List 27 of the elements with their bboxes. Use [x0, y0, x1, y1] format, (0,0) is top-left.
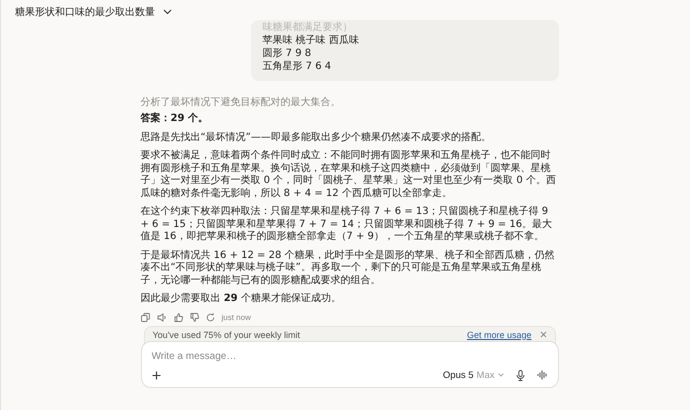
microphone-icon[interactable] — [516, 370, 524, 380]
chevron-down-icon[interactable] — [163, 9, 172, 15]
copy-icon[interactable] — [140, 312, 150, 322]
model-selector[interactable]: Opus 5 Max — [442, 370, 504, 380]
message-line: 圆形 7 9 8 — [262, 47, 312, 60]
conversation-title[interactable]: 糖果形状和口味的最少取出数量 — [15, 5, 155, 19]
message-line: 味糖果都满足要求） — [262, 21, 354, 34]
voice-waveform-icon[interactable] — [536, 370, 548, 380]
speaker-icon[interactable] — [156, 312, 166, 322]
message-field[interactable]: Write a message… Opus 5 Max — [140, 340, 558, 388]
get-more-usage-link[interactable]: Get more usage — [466, 330, 532, 340]
response-paragraph: 于是最坏情况共 16 + 12 = 28 个糖果，此时手中全是圆形的苹果、桃子和全部西瓜糖，仍然凑不出“不同形状的苹果味与桃子味”。再多取一个，剩下的只可能是五角星苹果或五角星桃子，无论哪一种都能与已有的圆形糖配成要求的组合。 — [140, 250, 556, 287]
response-paragraph: 在这个约束下枚举四种取法：只留星苹果和星桃子得 7 + 6 = 13；只留圆桃子和星桃子得 9 + 6 = 15；只留圆苹果和星苹果得 7 + 7 = 14；只留圆苹果和圆桃子得 7 + 9 = 16。最大值是 16，即把苹果和桃子的圆形糖全部拿走（7 + 9），一个五角星的苹果或桃子都不拿。 — [140, 206, 554, 244]
retry-icon[interactable] — [206, 312, 214, 322]
response-paragraph: 因此最少需要取出 29 个糖果才能保证成功。 — [140, 293, 342, 306]
timestamp: just now — [222, 312, 251, 322]
answer-text: 答案：29 个。 — [140, 113, 209, 126]
usage-notice: You've used 75% of your weekly limit — [152, 330, 301, 340]
message-line: 苹果味 桃子味 西瓜味 — [262, 34, 360, 47]
message-line: 五角星形 7 6 4 — [262, 60, 332, 73]
plus-icon[interactable] — [152, 370, 160, 380]
caret-icon[interactable] — [498, 373, 504, 377]
thumbs-up-icon[interactable] — [174, 312, 182, 322]
thumbs-down-icon[interactable] — [190, 312, 198, 322]
response-paragraph: 要求不被满足，意味着两个条件同时成立：不能同时拥有圆形苹果和五角星桃子，也不能同时拥有圆形桃子和五角星苹果。换句话说，在苹果和桃子这四类糖中，必须做到「圆苹果、星桃子」这一对里至少有一类取 0 个，同时「圆桃子、星苹果」这一对里也至少有一类取 0 个。西瓜味的糖对条件毫无影响，所以 8 + 4 = 12 个西瓜糖可以全部拿走。 — [140, 150, 557, 200]
close-icon[interactable] — [540, 331, 546, 338]
response-paragraph: 思路是先找出“最坏情况”——即最多能取出多少个糖果仍然凑不成要求的搭配。 — [140, 132, 492, 144]
